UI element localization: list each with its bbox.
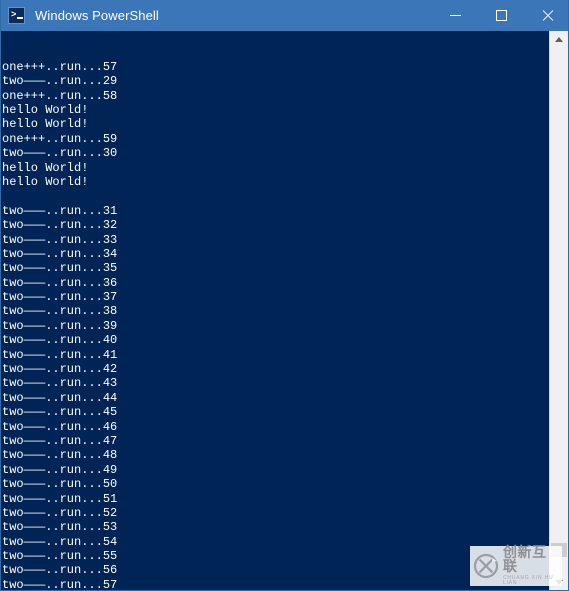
console-line: two———..run...51 bbox=[2, 491, 118, 506]
console-line: two———..run...50 bbox=[2, 477, 118, 492]
powershell-window: > Windows PowerShell one+++..run...57 two… bbox=[0, 0, 569, 591]
maximize-button[interactable] bbox=[478, 0, 524, 31]
console-line: two———..run...53 bbox=[2, 520, 118, 535]
console-line: two———..run...47 bbox=[2, 433, 118, 448]
console-line-list: one+++..run...57 two———..run...29 one+++..… bbox=[2, 59, 550, 591]
console-line: two———..run...48 bbox=[2, 448, 118, 463]
console-line: two———..run...54 bbox=[2, 534, 118, 549]
title-bar[interactable]: > Windows PowerShell bbox=[1, 0, 568, 31]
scroll-down-icon bbox=[555, 580, 563, 585]
window-controls bbox=[432, 0, 568, 31]
vertical-scrollbar[interactable] bbox=[549, 31, 568, 590]
maximize-icon bbox=[495, 10, 507, 21]
scroll-down-button[interactable] bbox=[550, 574, 568, 590]
prompt-underscore-icon bbox=[17, 17, 23, 19]
console-line: two———..run...46 bbox=[2, 419, 118, 434]
console-line: two———..run...37 bbox=[2, 290, 118, 305]
console-line: hello World! bbox=[2, 160, 89, 175]
console-line: two———..run...30 bbox=[2, 146, 118, 161]
console-line: two———..run...40 bbox=[2, 333, 118, 348]
console-line: two———..run...44 bbox=[2, 390, 118, 405]
scroll-up-button[interactable] bbox=[550, 31, 568, 48]
minimize-button[interactable] bbox=[432, 0, 478, 31]
close-icon bbox=[541, 9, 554, 22]
console-line: two———..run...55 bbox=[2, 549, 118, 564]
close-button[interactable] bbox=[524, 0, 568, 31]
console-line: two———..run...45 bbox=[2, 405, 118, 420]
console-line: hello World! bbox=[2, 117, 89, 132]
console-line: two———..run...43 bbox=[2, 376, 118, 391]
scroll-up-icon bbox=[555, 37, 563, 42]
minimize-icon bbox=[449, 15, 461, 16]
console-line: two———..run...39 bbox=[2, 318, 118, 333]
console-line: two———..run...49 bbox=[2, 462, 118, 477]
console-line: hello World! bbox=[2, 102, 89, 117]
console-line: two———..run...42 bbox=[2, 362, 118, 377]
scrollbar-thumb[interactable] bbox=[551, 543, 567, 557]
console-line: one+++..run...58 bbox=[2, 88, 118, 103]
console-line: two———..run...34 bbox=[2, 246, 118, 261]
console-line: one+++..run...59 bbox=[2, 131, 118, 146]
console-line: one+++..run...57 bbox=[2, 59, 118, 74]
console-line: two———..run...56 bbox=[2, 563, 118, 578]
powershell-icon: > bbox=[8, 7, 25, 24]
console-line: two———..run...57 bbox=[2, 577, 118, 591]
console-line: two———..run...31 bbox=[2, 203, 118, 218]
window-title: Windows PowerShell bbox=[35, 8, 159, 23]
console-line: two———..run...35 bbox=[2, 261, 118, 276]
console-line: two———..run...38 bbox=[2, 304, 118, 319]
console-line: two———..run...41 bbox=[2, 347, 118, 362]
console-output[interactable]: one+++..run...57 two———..run...29 one+++..… bbox=[1, 31, 550, 591]
console-line: two———..run...36 bbox=[2, 275, 118, 290]
console-line: hello World! bbox=[2, 174, 89, 189]
console-line: two———..run...52 bbox=[2, 505, 118, 520]
console-line: two———..run...33 bbox=[2, 232, 118, 247]
console-line: two———..run...32 bbox=[2, 218, 118, 233]
console-line: two———..run...29 bbox=[2, 74, 118, 89]
